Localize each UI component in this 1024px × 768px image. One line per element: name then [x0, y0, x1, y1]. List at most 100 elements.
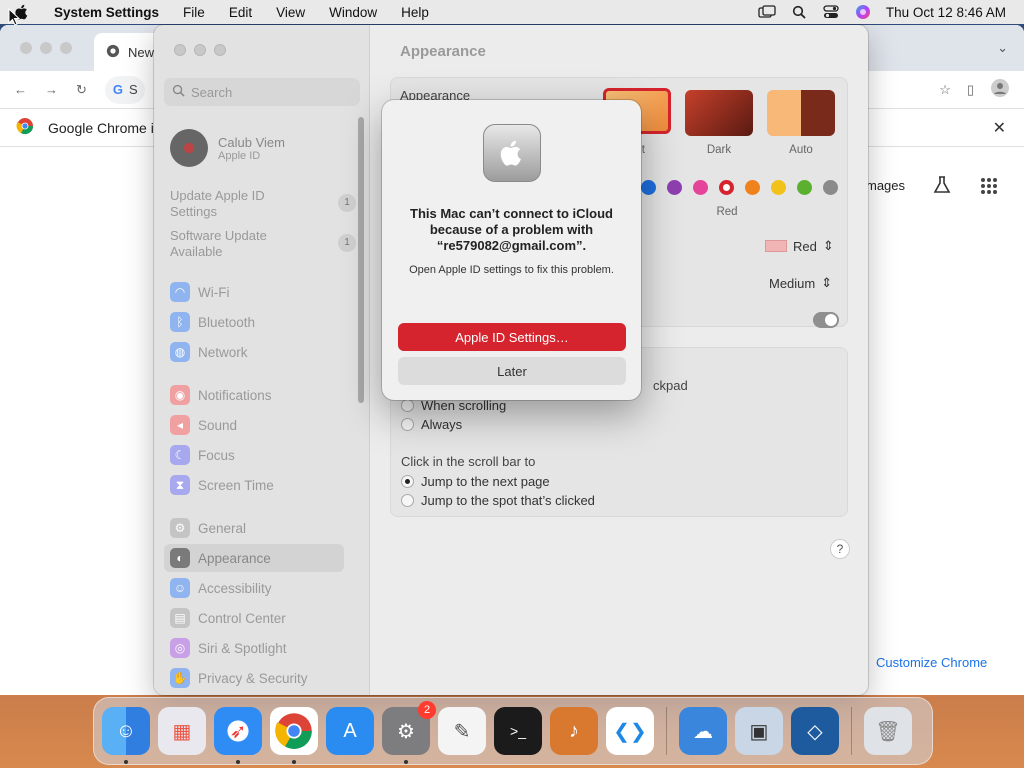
appearance-auto-thumbnail[interactable]: [767, 90, 835, 136]
notice-label: Software Update Available: [170, 228, 267, 259]
sidebar-item-privacy-security[interactable]: ✋ Privacy & Security: [164, 664, 344, 692]
terminal-icon[interactable]: >_: [494, 707, 542, 755]
garageband-icon[interactable]: ♪: [550, 707, 598, 755]
back-arrow-icon[interactable]: ←: [14, 82, 27, 97]
reload-icon[interactable]: ↻: [76, 82, 87, 98]
menu-file[interactable]: File: [171, 5, 217, 20]
weather-icon[interactable]: ☁: [679, 707, 727, 755]
safari-icon[interactable]: ➶: [214, 707, 262, 764]
chrome-icon[interactable]: [270, 707, 318, 764]
sidebar-notice-update-apple-id[interactable]: Update Apple ID Settings 1: [170, 188, 356, 220]
hand-icon: ✋: [170, 668, 190, 688]
sidebar-item-accessibility[interactable]: ☺ Accessibility: [164, 574, 344, 602]
sidebar-item-notifications[interactable]: ◉ Notifications: [164, 381, 344, 409]
menu-view[interactable]: View: [264, 5, 317, 20]
sidebar-item-control-center[interactable]: ▤ Control Center: [164, 604, 344, 632]
vscode-icon[interactable]: ❮❯: [606, 707, 654, 755]
radio-jump-next-page[interactable]: Jump to the next page: [401, 474, 550, 489]
highlight-color-value: Red: [793, 238, 817, 254]
tab-search-chevron-icon[interactable]: ⌄: [997, 40, 1008, 56]
sidebar-item-general[interactable]: ⚙ General: [164, 514, 344, 542]
settings-minimize-button[interactable]: [194, 44, 206, 56]
running-indicator: [292, 760, 296, 764]
sidebar-item-sound[interactable]: ◂ Sound: [164, 411, 344, 439]
later-button[interactable]: Later: [398, 357, 626, 385]
google-g-icon: G: [112, 82, 124, 97]
bookmark-star-icon[interactable]: ☆: [939, 82, 951, 98]
appearance-dark-label: Dark: [706, 144, 732, 156]
side-panel-icon[interactable]: ▯: [967, 82, 974, 98]
settings-search-field[interactable]: Search: [164, 78, 360, 106]
screen-mirroring-icon[interactable]: [758, 4, 776, 20]
menu-edit[interactable]: Edit: [217, 5, 264, 20]
radio-button[interactable]: [401, 418, 414, 431]
chrome-close-button[interactable]: [20, 42, 32, 54]
alert-message: This Mac can’t connect to iCloud because…: [410, 206, 613, 253]
infobar-close-icon[interactable]: ✕: [993, 118, 1006, 138]
help-button[interactable]: ?: [830, 539, 850, 559]
highlight-color-popup[interactable]: Red ⇕: [765, 238, 834, 254]
radio-button[interactable]: [401, 399, 414, 412]
sidebar-item-bluetooth[interactable]: ᛒ Bluetooth: [164, 308, 344, 336]
omnibox[interactable]: G S: [104, 75, 145, 104]
accent-swatch-purple[interactable]: [667, 180, 682, 195]
appearance-dark-thumbnail[interactable]: [685, 90, 753, 136]
radio-label: Jump to the spot that’s clicked: [421, 493, 595, 508]
radio-when-scrolling[interactable]: When scrolling: [401, 398, 506, 413]
accent-swatch-pink[interactable]: [693, 180, 708, 195]
radio-button[interactable]: [401, 475, 414, 488]
radio-label: Jump to the next page: [421, 474, 550, 489]
sidebar-item-network[interactable]: ◍ Network: [164, 338, 344, 366]
trash-icon[interactable]: 🗑: [864, 707, 912, 755]
sidebar-item-screen-time[interactable]: ⧗ Screen Time: [164, 471, 344, 499]
accent-swatch-red[interactable]: [719, 180, 734, 195]
sidebar-notice-software-update[interactable]: Software Update Available 1: [170, 228, 356, 260]
sidebar-item-siri-spotlight[interactable]: ◎ Siri & Spotlight: [164, 634, 344, 662]
radio-button[interactable]: [401, 494, 414, 507]
apple-id-settings-button[interactable]: Apple ID Settings…: [398, 323, 626, 351]
sidebar-item-focus[interactable]: ☾ Focus: [164, 441, 344, 469]
radio-jump-spot-clicked[interactable]: Jump to the spot that’s clicked: [401, 493, 595, 508]
profile-avatar-icon[interactable]: [990, 78, 1010, 101]
accent-swatch-blue[interactable]: [641, 180, 656, 195]
accent-swatch-graphite[interactable]: [823, 180, 838, 195]
menu-clock[interactable]: Thu Oct 12 8:46 AM: [886, 5, 1006, 20]
forward-arrow-icon[interactable]: →: [45, 82, 58, 97]
menu-app-name[interactable]: System Settings: [42, 5, 171, 20]
chrome-zoom-button[interactable]: [60, 42, 72, 54]
google-apps-grid-icon[interactable]: [980, 177, 998, 198]
account-name: Calub Viem: [218, 134, 285, 150]
appearance-icon: ◐: [170, 548, 190, 568]
sidebar-scrollbar[interactable]: [358, 117, 364, 403]
settings-zoom-button[interactable]: [214, 44, 226, 56]
radio-always[interactable]: Always: [401, 417, 462, 432]
labs-flask-icon[interactable]: [932, 175, 952, 198]
launchpad-icon[interactable]: ▦: [158, 707, 206, 755]
siri-icon: ◎: [170, 638, 190, 658]
images-link[interactable]: mages: [866, 178, 905, 193]
radio-label: When scrolling: [421, 398, 507, 413]
wallpaper-tinting-toggle[interactable]: [813, 312, 839, 328]
control-center-icon[interactable]: [822, 4, 840, 20]
chrome-minimize-button[interactable]: [40, 42, 52, 54]
sidebar-item-wifi[interactable]: ◠ Wi-Fi: [164, 278, 344, 306]
menu-help[interactable]: Help: [389, 5, 441, 20]
sidebar-icon-size-popup[interactable]: Medium ⇕: [769, 275, 832, 291]
app-store-icon[interactable]: A: [326, 707, 374, 755]
apple-id-account[interactable]: Calub Viem Apple ID: [170, 129, 285, 167]
preview-icon[interactable]: ▣: [735, 707, 783, 755]
textedit-icon[interactable]: ✎: [438, 707, 486, 755]
icloud-alert-dialog: This Mac can’t connect to iCloud because…: [382, 100, 641, 400]
siri-icon[interactable]: [854, 4, 872, 20]
system-settings-icon[interactable]: ⚙ 2: [382, 701, 436, 764]
settings-close-button[interactable]: [174, 44, 186, 56]
accent-swatch-green[interactable]: [797, 180, 812, 195]
sidebar-item-appearance[interactable]: ◐ Appearance: [164, 544, 344, 572]
accent-swatch-orange[interactable]: [745, 180, 760, 195]
spotlight-search-icon[interactable]: [790, 4, 808, 20]
accent-swatch-yellow[interactable]: [771, 180, 786, 195]
virtualbox-icon[interactable]: ◇: [791, 707, 839, 755]
customize-chrome-button[interactable]: Customize Chrome: [866, 651, 996, 674]
finder-icon[interactable]: ☺: [102, 707, 150, 764]
menu-window[interactable]: Window: [317, 5, 389, 20]
